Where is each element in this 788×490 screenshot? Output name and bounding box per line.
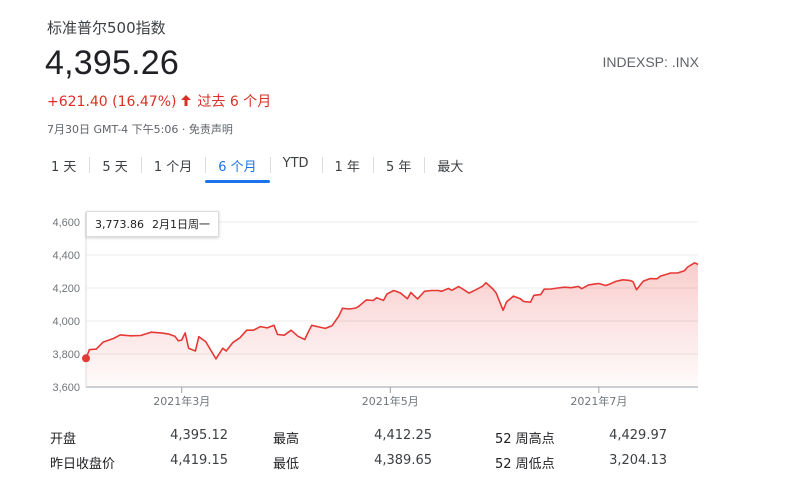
x-tick-label: 2021年7月 bbox=[570, 394, 627, 408]
arrow-up-icon bbox=[180, 94, 193, 110]
current-price: 4,395.26 bbox=[45, 44, 179, 82]
ticker-symbol: INDEXSP: .INX bbox=[602, 54, 699, 70]
price-change: +621.40 (16.47%) 过去 6 个月 bbox=[47, 91, 271, 111]
stat-label-52w-high: 52 周高点 bbox=[495, 432, 555, 447]
x-tick-label: 2021年5月 bbox=[362, 394, 419, 408]
stat-value-prev-close: 4,419.15 bbox=[170, 453, 228, 468]
tab-1-month[interactable]: 1 个月 bbox=[140, 150, 205, 183]
stat-value-low: 4,389.65 bbox=[374, 453, 432, 468]
hover-point-marker bbox=[82, 354, 90, 363]
y-tick-label: 4,600 bbox=[52, 217, 80, 229]
stat-label-low: 最低 bbox=[273, 457, 300, 472]
stat-value-high: 4,412.25 bbox=[374, 428, 432, 443]
tooltip-value: 3,773.86 bbox=[95, 218, 144, 231]
tab-1-day[interactable]: 1 天 bbox=[38, 150, 89, 183]
tab-ytd[interactable]: YTD bbox=[269, 150, 322, 179]
tab-6-month[interactable]: 6 个月 bbox=[205, 150, 271, 183]
price-area-fill bbox=[86, 262, 698, 387]
change-period: 过去 6 个月 bbox=[197, 94, 272, 110]
y-tick-label: 3,800 bbox=[52, 349, 80, 361]
x-tick-label: 2021年3月 bbox=[153, 394, 210, 408]
range-tabs: 1 天 5 天 1 个月 6 个月 YTD 1 年 5 年 最大 bbox=[38, 150, 476, 184]
stats-row: 开盘 4,395.12 最高 4,412.25 52 周高点 4,429.97 bbox=[47, 428, 747, 452]
tab-5-year[interactable]: 5 年 bbox=[372, 150, 424, 183]
stat-label-high: 最高 bbox=[273, 432, 300, 447]
timestamp-disclaimer: 7月30日 GMT-4 下午5:06 · 免责声明 bbox=[47, 123, 233, 136]
tab-5-day[interactable]: 5 天 bbox=[89, 150, 140, 183]
change-value: +621.40 (16.47%) bbox=[47, 94, 177, 110]
y-tick-label: 4,200 bbox=[52, 283, 80, 295]
price-tooltip: 3,773.86 2月1日周一 bbox=[86, 211, 219, 237]
stat-value-52w-high: 4,429.97 bbox=[609, 428, 667, 443]
tab-1-year[interactable]: 1 年 bbox=[321, 150, 373, 183]
stat-value-open: 4,395.12 bbox=[170, 428, 228, 443]
y-tick-label: 3,600 bbox=[52, 382, 80, 394]
tooltip-date: 2月1日周一 bbox=[151, 218, 210, 231]
stat-label-open: 开盘 bbox=[50, 432, 77, 447]
index-title: 标准普尔500指数 bbox=[47, 19, 166, 37]
stat-value-52w-low: 3,204.13 bbox=[609, 453, 667, 468]
y-tick-label: 4,000 bbox=[52, 316, 80, 328]
stat-label-52w-low: 52 周低点 bbox=[495, 457, 555, 472]
stat-label-prev-close: 昨日收盘价 bbox=[50, 457, 116, 472]
stats-row: 昨日收盘价 4,419.15 最低 4,389.65 52 周低点 3,204.… bbox=[47, 453, 747, 477]
tab-max[interactable]: 最大 bbox=[424, 150, 476, 183]
y-tick-label: 4,400 bbox=[52, 250, 80, 262]
